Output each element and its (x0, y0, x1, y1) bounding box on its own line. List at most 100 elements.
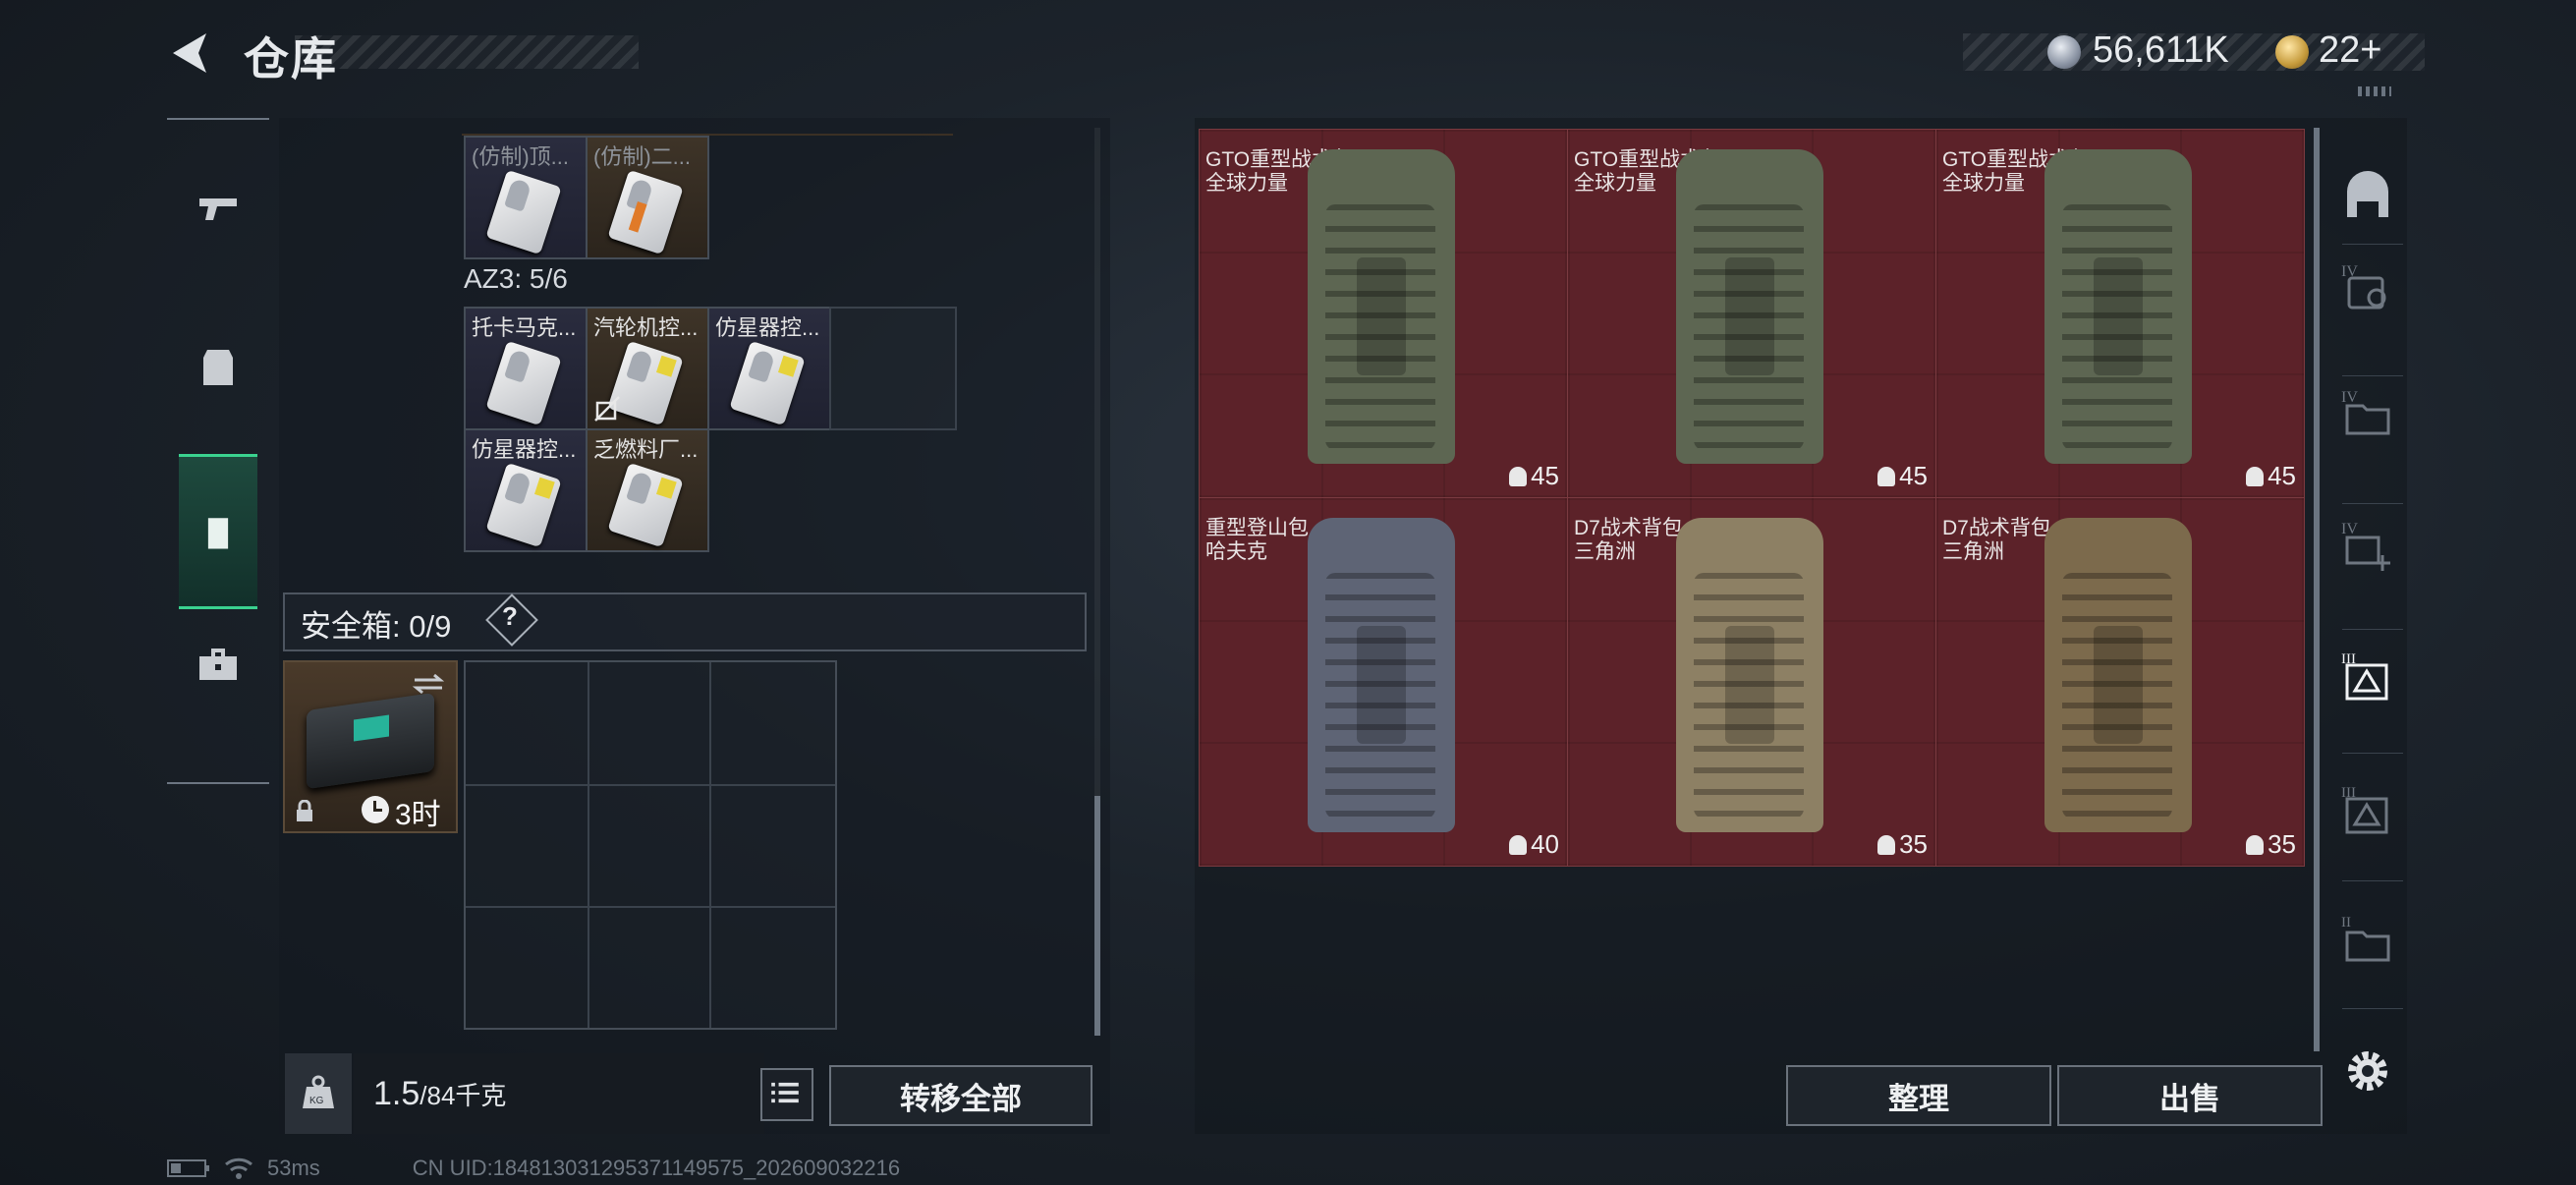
svg-text:IV: IV (2341, 521, 2358, 537)
weight-current: 1.5 (373, 1075, 420, 1112)
nav-separator (2342, 244, 2403, 245)
filter-tier4-add[interactable]: IV (2332, 509, 2403, 580)
tier4-cards-icon: IV (2341, 263, 2386, 310)
sort-button[interactable]: 整理 (1786, 1065, 2051, 1126)
nav-separator (2342, 753, 2403, 754)
keycard-icon (607, 462, 684, 548)
sell-button[interactable]: 出售 (2057, 1065, 2323, 1126)
item-slot[interactable]: (仿制)二... (586, 136, 709, 259)
item-slot[interactable]: 乏燃料厂... (586, 428, 709, 552)
filter-tier3-active[interactable]: III (2332, 641, 2403, 711)
transfer-all-button[interactable]: 转移全部 (829, 1065, 1092, 1126)
indicator-dots (2358, 86, 2391, 96)
item-slot[interactable]: 仿星器控... (707, 307, 831, 430)
backpack-image (1308, 149, 1455, 464)
keycard-icon (485, 169, 562, 255)
keycard-icon (485, 462, 562, 548)
unsellable-icon (594, 396, 620, 422)
nav-armor[interactable] (167, 293, 269, 440)
capacity: 35 (2246, 829, 2296, 860)
tier3-active-icon: III (2341, 651, 2388, 701)
capacity-value: 40 (1531, 829, 1559, 859)
nav-separator (2342, 503, 2403, 504)
backpack-item[interactable]: GTO重型战术包 全球力量 45 (1567, 129, 1936, 498)
capacity-icon (1509, 466, 1528, 486)
keycard-icon (485, 340, 562, 426)
nav-weapons[interactable] (167, 134, 269, 281)
item-name: (仿制)二... (593, 144, 691, 169)
keycard-icon (729, 340, 806, 426)
backpack-image (1676, 149, 1823, 464)
back-arrow-icon[interactable] (165, 28, 214, 79)
capacity-icon (1509, 834, 1528, 855)
gold-ticket-icon (2275, 35, 2309, 69)
nav-separator (2342, 1008, 2403, 1009)
section-divider (462, 122, 953, 136)
tier2-icon: II (2341, 915, 2390, 962)
empty-slot[interactable] (829, 307, 957, 430)
item-name: 汽轮机控... (593, 315, 699, 340)
ticket-count[interactable]: 22+ (2319, 29, 2381, 72)
safebox-timer: 3时 (395, 799, 441, 831)
backpack-item[interactable]: D7战术背包 三角洲 35 (1935, 497, 2305, 867)
capacity-icon (1877, 834, 1896, 855)
backpack-item[interactable]: GTO重型战术包 全球力量 45 (1935, 129, 2305, 498)
wifi-icon (225, 1157, 252, 1179)
item-slot[interactable]: (仿制)顶... (464, 136, 588, 259)
backpack-image (1308, 518, 1455, 832)
filter-armor[interactable] (2332, 161, 2403, 232)
capacity: 45 (1509, 461, 1559, 491)
item-source: 全球力量 (1574, 172, 1656, 195)
user-uid: CN UID:184813031295371149575_20260903221… (412, 1156, 901, 1180)
category-nav (167, 118, 269, 784)
pistol-icon (199, 198, 237, 220)
item-source: 全球力量 (1205, 172, 1288, 195)
item-source: 全球力量 (1942, 172, 2025, 195)
capacity-value: 45 (2268, 461, 2296, 490)
list-view-button[interactable] (760, 1068, 813, 1121)
backpack-item[interactable]: GTO重型战术包 全球力量 45 (1199, 129, 1568, 498)
storage-scroll-thumb[interactable] (1094, 796, 1100, 1036)
item-source: 三角洲 (1574, 540, 1636, 563)
backpack-scrollbar[interactable] (2314, 128, 2320, 1051)
nav-backpack[interactable] (179, 454, 257, 609)
capacity-value: 35 (1899, 829, 1928, 859)
filter-tier4-folder[interactable]: IV (2332, 377, 2403, 448)
nav-separator (2342, 880, 2403, 881)
item-name: 仿星器控... (472, 437, 577, 462)
capacity-value: 45 (1531, 461, 1559, 490)
capacity: 35 (1877, 829, 1928, 860)
clock-icon (362, 796, 389, 823)
filter-tier4-cards[interactable]: IV (2332, 252, 2403, 322)
capacity-icon (2246, 834, 2265, 855)
weight-readout: 1.5/84千克 (373, 1075, 506, 1113)
tier3-icon: III (2341, 785, 2388, 834)
filter-tier2[interactable]: II (2332, 904, 2403, 975)
nav-toolbox[interactable] (167, 590, 269, 737)
backpack-image (1676, 518, 1823, 832)
settings-button[interactable] (2332, 1036, 2403, 1106)
capacity: 40 (1509, 829, 1559, 860)
capacity-value: 35 (2268, 829, 2296, 859)
item-name: 托卡马克... (472, 315, 577, 340)
item-slot[interactable]: 汽轮机控... (586, 307, 709, 430)
backpack-icon (207, 518, 229, 549)
swap-icon[interactable] (411, 672, 446, 696)
item-slot[interactable]: 托卡马克... (464, 307, 588, 430)
backpack-item[interactable]: 重型登山包 哈夫克 40 (1199, 497, 1568, 867)
tier4-add-icon: IV (2341, 521, 2390, 571)
armor-vest-icon (203, 350, 233, 385)
backpack-item[interactable]: D7战术背包 三角洲 35 (1567, 497, 1936, 867)
filter-tier3[interactable]: III (2332, 774, 2403, 845)
currency-amount: 56,611K (2093, 29, 2229, 71)
item-name: 仿星器控... (715, 315, 820, 340)
item-source: 三角洲 (1942, 540, 2004, 563)
capacity: 45 (2246, 461, 2296, 491)
item-name: (仿制)顶... (472, 144, 569, 169)
svg-text:II: II (2341, 915, 2351, 931)
weight-icon: KG (303, 1075, 334, 1108)
toolbox-icon (199, 649, 237, 680)
item-slot[interactable]: 仿星器控... (464, 428, 588, 552)
silver-coin-icon (2047, 35, 2081, 69)
safebox-grid[interactable] (464, 660, 837, 1030)
